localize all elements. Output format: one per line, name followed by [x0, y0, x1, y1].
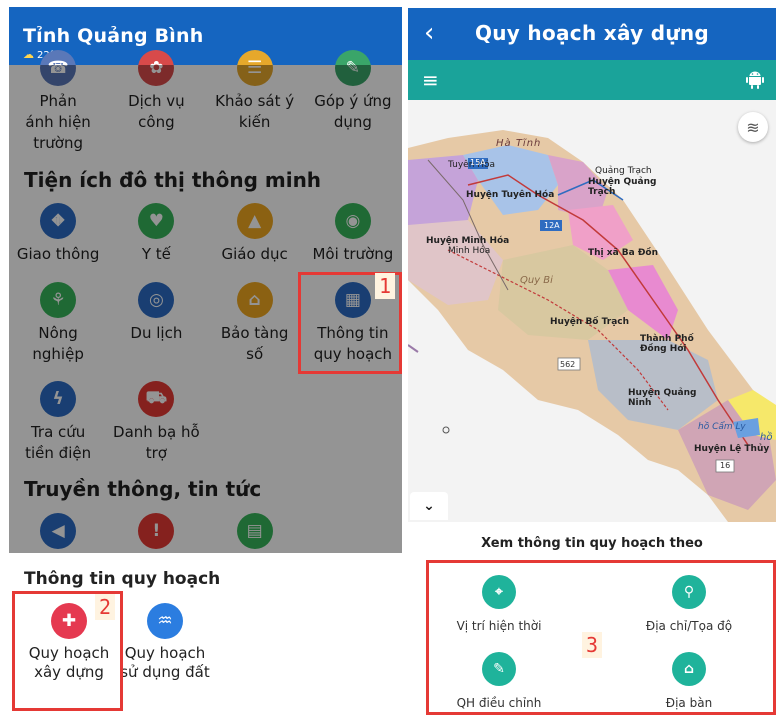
map-label-huyen-bo-trach: Huyện Bố Trạch — [550, 317, 630, 327]
map-label-15a: 15A — [470, 158, 486, 167]
map-label-huyen-quang-trach: Huyện Quảng Trạch — [588, 177, 657, 197]
hamburger-menu-icon[interactable]: ≡ — [422, 68, 439, 92]
map-toolbar: ≡ — [408, 60, 776, 100]
chevron-down-icon[interactable]: ⌄ — [410, 492, 448, 520]
map-label-12a: 12A — [544, 221, 560, 230]
map-label-cam-ly: hồ Cẩm Ly — [698, 422, 746, 432]
map-label-quang-ninh: Huyện Quảng Ninh — [628, 388, 697, 408]
map-label-huyen-tuyen-hoa: Huyện Tuyên Hóa — [466, 190, 555, 200]
land-use-icon: ♒ — [147, 603, 183, 639]
panel-title: Xem thông tin quy hoạch theo — [481, 536, 703, 551]
screen-header: ‹ Quy hoạch xây dựng — [408, 8, 776, 60]
map-label-minh-hoa: Minh Hóa — [448, 246, 491, 256]
map-label-quang-trach: Quảng Trạch — [595, 166, 652, 176]
map-label-le-thuy: Huyện Lệ Thủy — [694, 444, 770, 454]
tile-label: Quy hoạch sử dụng đất — [120, 644, 210, 681]
screen-title: Quy hoạch xây dựng — [474, 21, 710, 45]
step-badge-1: 1 — [375, 273, 396, 299]
map-label-huyen-minh-hoa: Huyện Minh Hóa — [426, 236, 510, 246]
map-label-ho: hồ — [760, 432, 773, 443]
planning-map[interactable]: Hà Tĩnh Tuyên Hóa 15A Huyện Tuyên Hóa Qu… — [408, 100, 776, 522]
sheet-title: Thông tin quy hoạch — [24, 569, 221, 589]
map-label-ba-don: Thị xã Ba Đồn — [588, 248, 658, 258]
map-label-ha-tinh: Hà Tĩnh — [496, 138, 542, 149]
province-title: Tỉnh Quảng Bình — [23, 25, 204, 47]
map-label-16: 16 — [720, 461, 731, 470]
left-screen: Tỉnh Quảng Bình ☁22°C ☎Phản ánh hiện trư… — [0, 0, 402, 715]
layers-icon[interactable]: ≋ — [738, 112, 768, 142]
tile-quy-hoach-su-dung-dat[interactable]: ♒ Quy hoạch sử dụng đất — [113, 603, 217, 682]
map-label-562: 562 — [560, 360, 576, 369]
map-label-dong-hoi: Thành Phố Đồng Hới — [640, 334, 694, 354]
step-badge-2: 2 — [95, 594, 116, 620]
right-screen: ‹ Quy hoạch xây dựng ≡ Hà Tĩnh Tuyên Hóa… — [408, 0, 776, 715]
android-icon[interactable] — [745, 69, 765, 89]
step-badge-3: 3 — [582, 632, 603, 658]
map-label-quy-bi: Quy Bi — [520, 275, 553, 286]
